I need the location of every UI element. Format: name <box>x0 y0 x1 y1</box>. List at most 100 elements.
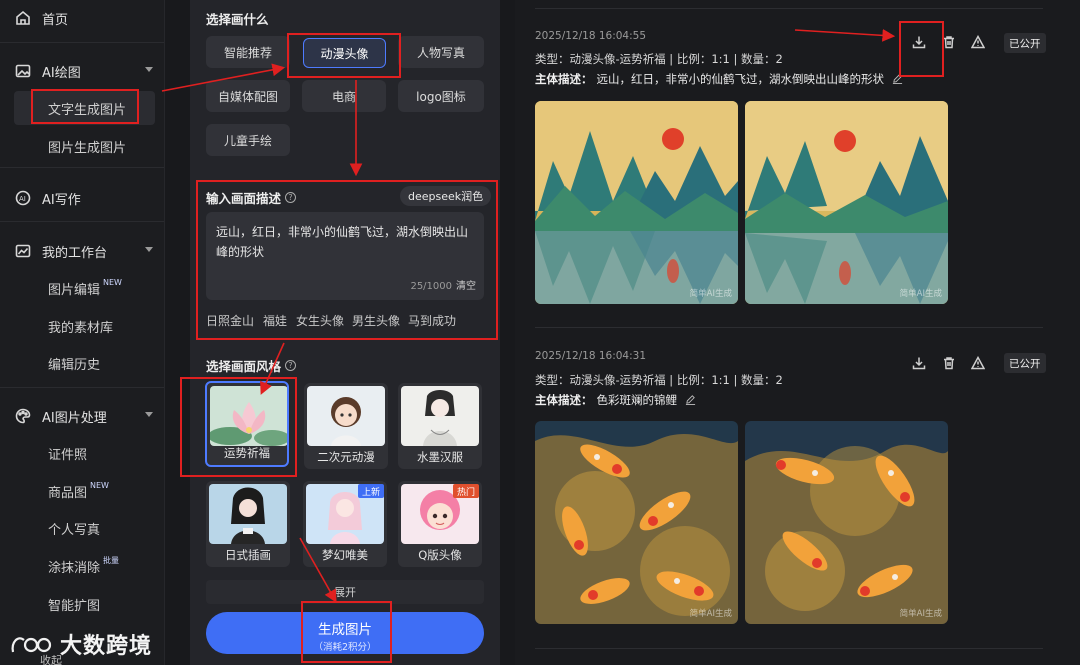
style-dreamy[interactable]: 上新 梦幻唯美 <box>303 481 387 567</box>
new-badge: 上新 <box>357 484 384 498</box>
chart-icon <box>14 242 32 260</box>
public-status-button[interactable]: 已公开 <box>1004 33 1046 53</box>
nav-workspace-label: 我的工作台 <box>42 245 108 261</box>
landscape-image <box>535 101 738 304</box>
nav-ai-draw-label: AI绘图 <box>42 65 81 81</box>
result-time: 2025/12/18 16:04:55 <box>535 30 647 42</box>
nav-workspace[interactable]: 我的工作台 <box>14 236 159 266</box>
category-ecommerce[interactable]: 电商 <box>302 80 386 112</box>
nav-home-label: 首页 <box>42 12 69 28</box>
result-image[interactable]: 简单AI生成 <box>535 101 738 304</box>
report-button[interactable] <box>968 32 988 52</box>
nav-home[interactable]: 首页 <box>14 3 159 33</box>
download-button[interactable] <box>909 353 929 373</box>
divider <box>535 8 1043 9</box>
style-label: 水墨汉服 <box>417 450 463 464</box>
result-meta: 类型：动漫头像-运势祈福 | 比例：1:1 | 数量：2 <box>535 52 783 66</box>
warning-icon <box>971 35 985 49</box>
hot-badge: 热门 <box>452 484 479 498</box>
trash-icon <box>944 357 954 370</box>
warning-icon <box>971 356 985 370</box>
nav-erase[interactable]: 涂抹消除 批量 <box>48 554 119 578</box>
nav-smart-expand[interactable]: 智能扩图 <box>48 592 100 616</box>
divider <box>535 327 1043 328</box>
nav-my-materials[interactable]: 我的素材库 <box>48 314 113 338</box>
japanese-illustration-thumbnail <box>209 484 287 544</box>
image-icon <box>14 62 32 80</box>
nav-image-edit-label: 图片编辑 <box>48 282 101 298</box>
report-button[interactable] <box>968 353 988 373</box>
annotation-box <box>196 180 498 340</box>
brand-logo: 大数跨境 <box>10 628 152 660</box>
category-kids[interactable]: 儿童手绘 <box>206 124 290 156</box>
nav-id-photo[interactable]: 证件照 <box>48 441 87 465</box>
trash-icon <box>944 36 954 49</box>
category-logo[interactable]: logo图标 <box>398 80 484 112</box>
nav-erase-label: 涂抹消除 <box>48 560 101 576</box>
result-description: 主体描述： 色彩斑斓的锦鲤 <box>535 392 696 408</box>
annotation-box <box>31 89 139 124</box>
palette-icon <box>14 407 32 425</box>
style-label: 梦幻唯美 <box>322 548 368 562</box>
style-ink[interactable]: 水墨汉服 <box>398 383 482 469</box>
result-image[interactable]: 简单AI生成 <box>745 421 948 624</box>
brand-mark-icon <box>11 637 52 653</box>
nav-image-edit[interactable]: 图片编辑 NEW <box>48 276 122 300</box>
result-description: 主体描述： 远山，红日，非常小的仙鹤飞过，湖水倒映出山峰的形状 <box>535 71 903 87</box>
download-icon <box>912 357 926 370</box>
koi-image <box>535 421 738 624</box>
svg-text:AI: AI <box>19 195 26 203</box>
nav-product-image[interactable]: 商品图 NEW <box>48 479 109 503</box>
divider <box>535 648 1043 649</box>
divider <box>0 42 164 43</box>
landscape-image <box>745 101 948 304</box>
style-label: Q版头像 <box>418 548 462 562</box>
desc-label: 主体描述： <box>535 393 593 407</box>
nav-ai-draw[interactable]: AI绘图 <box>14 56 159 86</box>
chevron-down-icon <box>145 67 153 72</box>
category-media[interactable]: 自媒体配图 <box>206 80 290 112</box>
nav-personal-photo[interactable]: 个人写真 <box>48 516 100 540</box>
style-anime[interactable]: 二次元动漫 <box>304 383 388 469</box>
batch-badge: 批量 <box>103 555 120 565</box>
divider <box>0 221 164 222</box>
ink-hanfu-thumbnail <box>401 386 479 446</box>
chevron-down-icon <box>145 247 153 252</box>
choose-title: 选择画什么 <box>206 12 269 27</box>
category-smart[interactable]: 智能推荐 <box>206 36 290 68</box>
annotation-box <box>180 377 297 477</box>
nav-edit-history[interactable]: 编辑历史 <box>48 351 100 375</box>
annotation-box <box>899 21 944 77</box>
style-q-avatar[interactable]: 热门 Q版头像 <box>398 481 482 567</box>
nav-ai-image-proc[interactable]: AI图片处理 <box>14 401 159 431</box>
nav-ai-image-proc-label: AI图片处理 <box>42 410 107 426</box>
style-label: 二次元动漫 <box>317 450 375 464</box>
nav-ai-write-label: AI写作 <box>42 192 81 208</box>
result-image[interactable]: 简单AI生成 <box>535 421 738 624</box>
new-badge: NEW <box>90 480 109 490</box>
desc-value: 色彩斑斓的锦鲤 <box>596 393 678 407</box>
koi-image <box>745 421 948 624</box>
style-japanese[interactable]: 日式插画 <box>206 481 290 567</box>
annotation-box <box>287 33 401 78</box>
result-meta: 类型：动漫头像-运势祈福 | 比例：1:1 | 数量：2 <box>535 373 783 387</box>
desc-label: 主体描述： <box>535 72 593 86</box>
desc-value: 远山，红日，非常小的仙鹤飞过，湖水倒映出山峰的形状 <box>596 72 885 86</box>
nav-image-to-image[interactable]: 图片生成图片 <box>48 134 126 158</box>
watermark: 简单AI生成 <box>899 609 942 619</box>
edit-icon[interactable] <box>685 394 696 405</box>
delete-button[interactable] <box>939 353 959 373</box>
brand-name: 大数跨境 <box>60 634 153 659</box>
watermark: 简单AI生成 <box>689 609 732 619</box>
category-portrait[interactable]: 人物写真 <box>398 36 484 68</box>
anime-girl-thumbnail <box>307 386 385 446</box>
nav-ai-write[interactable]: AI AI写作 <box>14 183 159 213</box>
new-badge: NEW <box>103 277 122 287</box>
annotation-box <box>301 601 392 663</box>
style-label: 日式插画 <box>225 548 271 562</box>
help-icon[interactable]: ? <box>285 360 297 371</box>
watermark: 简单AI生成 <box>689 289 732 299</box>
public-status-button[interactable]: 已公开 <box>1004 353 1046 373</box>
nav-product-image-label: 商品图 <box>48 485 88 501</box>
result-image[interactable]: 简单AI生成 <box>745 101 948 304</box>
